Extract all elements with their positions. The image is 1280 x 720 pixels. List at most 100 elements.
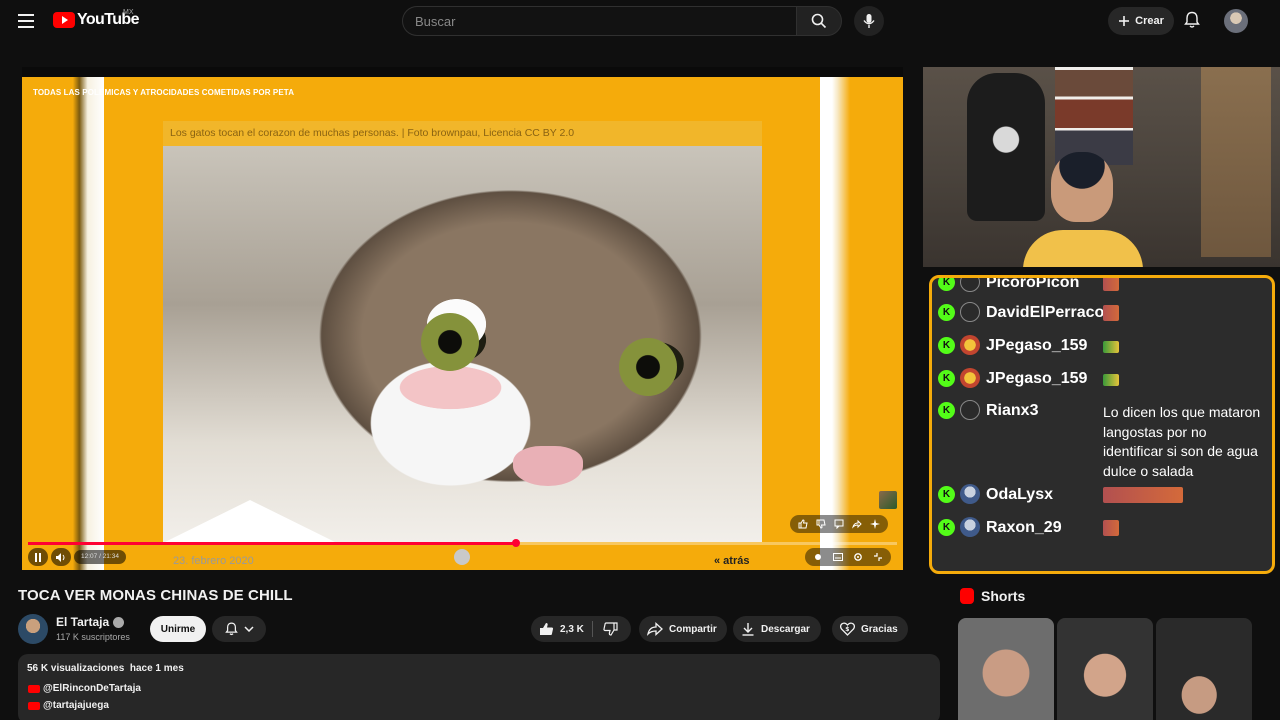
description-link-text: @tartajajuega xyxy=(43,700,109,711)
chat-emote xyxy=(1103,520,1119,536)
back-link[interactable]: « atrás xyxy=(714,555,749,567)
share-label: Compartir xyxy=(669,623,717,635)
chat-username[interactable]: OdaLysx xyxy=(986,484,1053,505)
short-thumbnail[interactable] xyxy=(1156,618,1252,720)
kick-badge-icon: K xyxy=(938,304,955,321)
streamer xyxy=(1023,152,1143,267)
image-caption: Los gatos tocan el corazon de muchas per… xyxy=(163,121,762,146)
video-right-blur xyxy=(820,77,850,570)
chat-username[interactable]: Rianx3 xyxy=(986,400,1038,421)
video-left-blur xyxy=(22,77,104,570)
top-bar: YouTube MX Crear xyxy=(0,0,1280,42)
shorts-icon xyxy=(960,588,974,604)
settings-icon[interactable] xyxy=(853,552,863,562)
voice-search-button[interactable] xyxy=(854,6,884,36)
like-icon[interactable] xyxy=(798,519,808,529)
bell-icon xyxy=(1184,11,1200,28)
subscriber-count: 117 K suscriptores xyxy=(56,632,130,642)
dislike-button[interactable] xyxy=(593,622,618,636)
search-button[interactable] xyxy=(796,6,842,36)
thumbs-down-icon xyxy=(603,622,618,636)
search-icon xyxy=(811,13,827,29)
like-button[interactable]: 2,3 K xyxy=(531,621,593,637)
join-button[interactable]: Unirme xyxy=(150,616,206,642)
search-input[interactable] xyxy=(403,7,796,35)
time-display: 12:07 / 21:34 xyxy=(74,550,126,564)
description-link[interactable]: @tartajajuega xyxy=(28,700,109,711)
thanks-label: Gracias xyxy=(861,623,898,635)
chat-message: K JPegaso_159 xyxy=(938,335,1087,356)
channel-avatar[interactable] xyxy=(18,614,48,644)
chat-message: K Raxon_29 xyxy=(938,517,1062,538)
webpage-heading: TODAS LAS POLEMICAS Y ATROCIDADES COMETI… xyxy=(33,88,295,97)
chevron-down-icon xyxy=(243,626,254,632)
share-icon xyxy=(647,622,663,636)
menu-icon[interactable] xyxy=(18,14,34,28)
short-thumbnail[interactable] xyxy=(1057,618,1153,720)
progress-bar[interactable] xyxy=(28,539,897,547)
share-button[interactable]: Compartir xyxy=(639,616,727,642)
person-icon xyxy=(960,278,980,292)
mini-thumbnail xyxy=(879,491,897,509)
chat-username[interactable]: Raxon_29 xyxy=(986,517,1062,538)
create-button[interactable]: Crear xyxy=(1108,7,1174,35)
chat-username[interactable]: DavidElPerraco xyxy=(986,302,1104,323)
short-thumbnail[interactable] xyxy=(958,618,1054,720)
country-code: MX xyxy=(123,9,134,16)
view-count: 56 K visualizaciones xyxy=(27,663,125,674)
chat-message: K OdaLysx xyxy=(938,484,1053,505)
create-label: Crear xyxy=(1135,15,1164,27)
fullscreen-exit-icon[interactable] xyxy=(873,552,883,562)
video-meta: 56 K visualizaciones hace 1 mes xyxy=(27,663,184,674)
publish-date: hace 1 mes xyxy=(129,663,184,674)
description-link-text: @ElRinconDeTartaja xyxy=(43,683,141,694)
progress-played xyxy=(28,542,517,545)
chat-user-avatar xyxy=(960,368,980,388)
chat-username[interactable]: PicoroPicon xyxy=(986,278,1079,293)
chat-emote xyxy=(1103,487,1183,503)
cat-nose xyxy=(513,446,583,486)
video-player[interactable]: TODAS LAS POLEMICAS Y ATROCIDADES COMETI… xyxy=(22,67,903,570)
subscription-bell-button[interactable] xyxy=(212,616,266,642)
scroll-up-button[interactable] xyxy=(454,549,470,565)
comment-icon[interactable] xyxy=(834,519,844,529)
chat-username[interactable]: JPegaso_159 xyxy=(986,335,1087,356)
channel-name: El Tartaja xyxy=(56,615,110,629)
reaction-controls xyxy=(790,515,888,533)
verified-icon xyxy=(113,616,125,628)
chat-emote xyxy=(1103,341,1119,353)
kick-badge-icon: K xyxy=(938,370,955,387)
chat-message-text: Lo dicen los que mataron langostas por n… xyxy=(1103,404,1261,479)
like-dislike-group: 2,3 K xyxy=(531,616,631,642)
dislike-icon[interactable] xyxy=(816,519,826,529)
kick-badge-icon: K xyxy=(938,519,955,536)
download-icon xyxy=(742,623,754,636)
like-count: 2,3 K xyxy=(560,623,584,635)
chat-username[interactable]: JPegaso_159 xyxy=(986,368,1087,389)
kick-badge-icon: K xyxy=(938,486,955,503)
chat-user-avatar xyxy=(960,517,980,537)
notifications-button[interactable] xyxy=(1184,11,1200,34)
chat-message: K DavidElPerraco xyxy=(938,302,1104,323)
description-link[interactable]: @ElRinconDeTartaja xyxy=(28,683,141,694)
chat-emote xyxy=(1103,278,1119,291)
channel-link[interactable]: El Tartaja xyxy=(56,615,125,629)
account-avatar[interactable] xyxy=(1224,9,1248,33)
share-icon[interactable] xyxy=(852,519,862,529)
pause-button[interactable] xyxy=(28,548,48,566)
subtitles-icon[interactable] xyxy=(833,552,843,562)
decorative-triangle xyxy=(165,500,335,542)
super-thanks-icon: $ xyxy=(840,622,855,636)
autoplay-icon[interactable] xyxy=(813,552,823,562)
cat-photo xyxy=(163,146,762,542)
chat-message: K PicoroPicon xyxy=(938,278,1079,293)
volume-button[interactable] xyxy=(51,548,71,566)
plus-icon xyxy=(1119,16,1130,26)
thanks-button[interactable]: $ Gracias xyxy=(832,616,908,642)
kick-chat-overlay: K PicoroPicon K DavidElPerraco K JPegaso_159 K… xyxy=(929,275,1275,574)
person-icon xyxy=(960,302,980,322)
download-button[interactable]: Descargar xyxy=(733,616,821,642)
cat-eye-right xyxy=(619,338,677,396)
chat-message: K JPegaso_159 xyxy=(938,368,1087,389)
sparkle-icon[interactable] xyxy=(870,519,880,529)
